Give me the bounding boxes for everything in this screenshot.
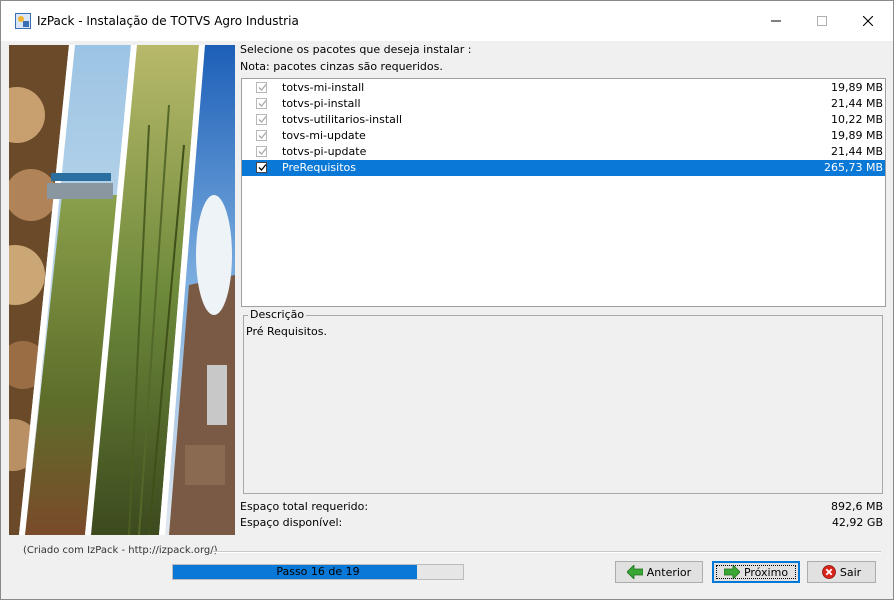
package-name: totvs-mi-install	[282, 81, 365, 94]
package-checkbox	[256, 114, 267, 125]
package-checkbox[interactable]	[256, 162, 267, 173]
total-space-value: 892,6 MB	[830, 500, 883, 513]
minimize-button[interactable]	[753, 1, 799, 41]
package-list[interactable]: totvs-mi-install 19,89 MB totvs-pi-install…	[241, 78, 886, 307]
side-banner-image	[9, 45, 235, 535]
package-name: totvs-utilitarios-install	[282, 113, 403, 126]
checkmark-icon	[258, 148, 267, 155]
close-icon	[863, 16, 873, 26]
available-space-label: Espaço disponível:	[240, 516, 343, 529]
window-title: IzPack - Instalação de TOTVS Agro Indust…	[37, 14, 299, 28]
package-name: tovs-mi-update	[282, 129, 366, 142]
package-size: 10,22 MB	[830, 113, 883, 126]
package-size: 265,73 MB	[823, 161, 883, 174]
note-text: Nota: pacotes cinzas são requeridos.	[240, 60, 443, 73]
package-checkbox	[256, 98, 267, 109]
quit-button-label: Sair	[839, 565, 862, 579]
description-legend: Descrição	[248, 308, 307, 321]
checkmark-icon	[258, 84, 267, 91]
step-progress-bar: Passo 16 de 19	[172, 564, 464, 580]
previous-button[interactable]: Anterior	[615, 561, 703, 583]
checkmark-icon	[258, 100, 267, 107]
package-row[interactable]: totvs-pi-update 21,44 MB	[242, 144, 885, 160]
izpack-credit: (Criado com IzPack - http://izpack.org/)	[23, 545, 218, 556]
footer-separator	[213, 551, 881, 553]
package-row[interactable]: totvs-pi-install 21,44 MB	[242, 96, 885, 112]
maximize-icon	[817, 16, 827, 26]
package-name: totvs-pi-install	[282, 97, 361, 110]
package-size: 21,44 MB	[830, 145, 883, 158]
package-size: 21,44 MB	[830, 97, 883, 110]
installer-window: IzPack - Instalação de TOTVS Agro Indust…	[0, 0, 894, 600]
instruction-text: Selecione os pacotes que deseja instalar…	[240, 43, 472, 56]
checkmark-icon	[258, 132, 267, 139]
arrow-left-icon	[626, 565, 643, 579]
quit-button[interactable]: Sair	[807, 561, 876, 583]
progress-text: Passo 16 de 19	[276, 565, 360, 578]
title-bar[interactable]: IzPack - Instalação de TOTVS Agro Indust…	[1, 1, 893, 41]
minimize-icon	[771, 20, 781, 22]
stop-x-icon	[821, 565, 836, 579]
package-size: 19,89 MB	[830, 129, 883, 142]
package-row[interactable]: PreRequisitos 265,73 MB	[242, 160, 885, 176]
close-button[interactable]	[845, 1, 891, 41]
package-checkbox	[256, 146, 267, 157]
package-name: totvs-pi-update	[282, 145, 367, 158]
package-checkbox	[256, 130, 267, 141]
checkmark-icon	[258, 164, 267, 171]
izpack-app-icon	[15, 13, 31, 29]
package-checkbox	[256, 82, 267, 93]
focus-ring	[716, 565, 796, 579]
package-row[interactable]: totvs-utilitarios-install 10,22 MB	[242, 112, 885, 128]
package-row[interactable]: totvs-mi-install 19,89 MB	[242, 80, 885, 96]
total-space-label: Espaço total requerido:	[240, 500, 369, 513]
next-button[interactable]: Próximo	[712, 561, 800, 583]
checkmark-icon	[258, 116, 267, 123]
maximize-button[interactable]	[799, 1, 845, 41]
available-space-value: 42,92 GB	[831, 516, 883, 529]
description-text: Pré Requisitos.	[246, 325, 327, 338]
description-box	[243, 315, 883, 494]
package-size: 19,89 MB	[830, 81, 883, 94]
package-row[interactable]: tovs-mi-update 19,89 MB	[242, 128, 885, 144]
package-name: PreRequisitos	[282, 161, 356, 174]
previous-button-label: Anterior	[646, 565, 692, 579]
